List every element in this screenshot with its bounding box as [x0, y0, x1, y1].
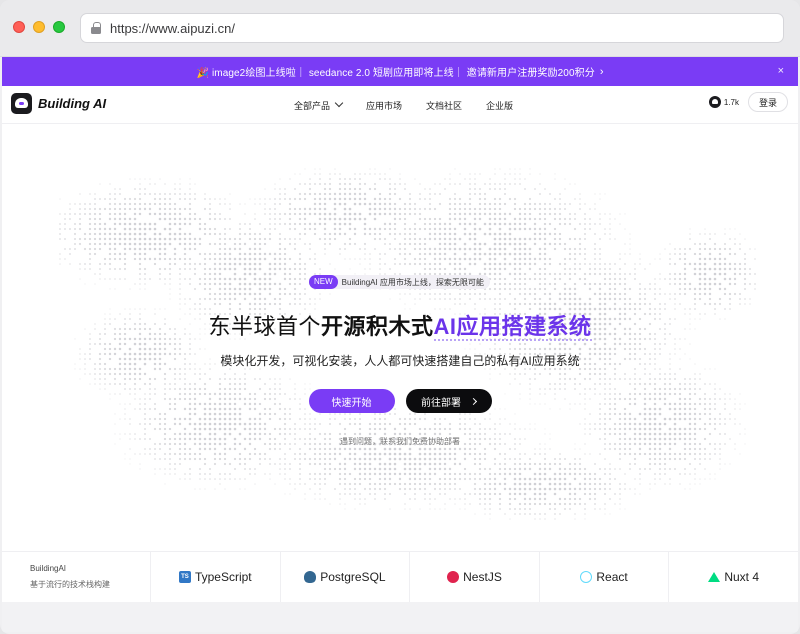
lock-icon [91, 22, 101, 34]
announcement-bar[interactable]: 🎉 image2绘图上线啦｜ seedance 2.0 短剧应用即将上线｜ 邀请… [2, 57, 798, 86]
maximize-window-button[interactable] [53, 21, 65, 33]
deploy-label: 前往部署 [421, 397, 461, 409]
quick-start-label: 快速开始 [331, 397, 372, 409]
top-navigation: Building AI 全部产品 应用市场 文档社区 企业版 1.7k 登录 [2, 86, 798, 124]
tech-item-typescript: TS TypeScript [150, 552, 280, 602]
hero-section: NEW BuildingAI 应用市场上线，探索无限可能 东半球首个开源积木式A… [20, 124, 780, 551]
postgresql-icon [304, 571, 317, 583]
window-controls [13, 21, 65, 33]
nav-item-label: 企业版 [486, 100, 514, 111]
nav-item-label: 全部产品 [294, 100, 331, 111]
tech-stack-title: BuildingAI [30, 564, 67, 573]
chevron-down-icon [334, 98, 344, 108]
tech-stack-intro: BuildingAI 基于流行的技术栈构建 [2, 552, 150, 602]
address-bar[interactable]: https://www.aipuzi.cn/ [80, 13, 784, 43]
address-url: https://www.aipuzi.cn/ [110, 20, 235, 36]
close-window-button[interactable] [13, 21, 25, 33]
tech-item-nuxt: Nuxt 4 [668, 552, 798, 602]
deploy-button[interactable]: 前往部署 [405, 389, 492, 413]
nestjs-icon [447, 571, 460, 583]
building-ai-logo-icon [11, 93, 32, 114]
nuxt-icon [708, 572, 721, 582]
announcement-close-button[interactable]: × [778, 65, 784, 77]
chevron-right-icon [469, 397, 478, 405]
help-link[interactable]: 遇到问题，联系我们免费协助部署 [20, 436, 780, 447]
react-icon [580, 571, 593, 583]
new-label: NEW [309, 275, 338, 289]
tech-name: React [596, 570, 628, 584]
tech-item-nestjs: NestJS [409, 552, 539, 602]
hero-headline: 东半球首个开源积木式AI应用搭建系统 [20, 309, 780, 341]
minimize-window-button[interactable] [33, 21, 45, 33]
badge-text: BuildingAI 应用市场上线，探索无限可能 [341, 277, 484, 287]
headline-accent: AI应用搭建系统 [433, 314, 592, 341]
tech-name: PostgreSQL [320, 570, 386, 584]
hero-buttons: 快速开始 前往部署 [20, 389, 780, 413]
tech-name: Nuxt 4 [724, 570, 760, 584]
tech-item-react: React [538, 552, 669, 602]
nav-item-label: 文档社区 [426, 100, 463, 111]
nav-actions: 1.7k 登录 [708, 92, 788, 112]
nav-menu: 全部产品 应用市场 文档社区 企业版 [294, 86, 513, 124]
headline-part-1: 东半球首个 [208, 314, 321, 339]
nav-item-enterprise[interactable]: 企业版 [486, 99, 513, 112]
hero-subtitle: 模块化开发，可视化安装，人人都可快速搭建自己的私有AI应用系统 [220, 354, 580, 368]
new-badge[interactable]: NEW BuildingAI 应用市场上线，探索无限可能 [309, 275, 490, 289]
browser-window: https://www.aipuzi.cn/ 🎉 image2绘图上线啦｜ se… [0, 0, 800, 634]
github-link[interactable]: 1.7k [708, 96, 739, 108]
typescript-icon: TS [178, 571, 191, 583]
github-stars: 1.7k [723, 97, 739, 107]
page-viewport: 🎉 image2绘图上线啦｜ seedance 2.0 短剧应用即将上线｜ 邀请… [2, 57, 798, 632]
nav-item-label: 应用市场 [366, 100, 403, 111]
headline-part-2: 开源积木式 [320, 314, 434, 339]
tech-stack-bar: BuildingAI 基于流行的技术栈构建 TS TypeScript Post… [2, 551, 798, 602]
quick-start-button[interactable]: 快速开始 [308, 389, 395, 413]
nav-item-all-products[interactable]: 全部产品 [294, 98, 344, 112]
nav-item-app-market[interactable]: 应用市场 [366, 99, 402, 112]
tech-name: NestJS [463, 570, 502, 584]
brand-name: Building AI [38, 96, 107, 111]
tech-name: TypeScript [194, 570, 252, 584]
tech-stack-subtitle: 基于流行的技术栈构建 [30, 580, 110, 589]
announcement-text[interactable]: 🎉 image2绘图上线啦｜ seedance 2.0 短剧应用即将上线｜ 邀请… [197, 64, 595, 79]
chevron-right-icon: › [599, 65, 604, 78]
tech-item-postgresql: PostgreSQL [279, 552, 410, 602]
page-bottom-area [2, 602, 798, 632]
browser-chrome: https://www.aipuzi.cn/ [0, 0, 800, 57]
nav-item-docs-community[interactable]: 文档社区 [426, 99, 462, 112]
login-button[interactable]: 登录 [747, 92, 788, 112]
brand-link[interactable]: Building AI [11, 93, 106, 114]
github-icon [708, 96, 721, 108]
